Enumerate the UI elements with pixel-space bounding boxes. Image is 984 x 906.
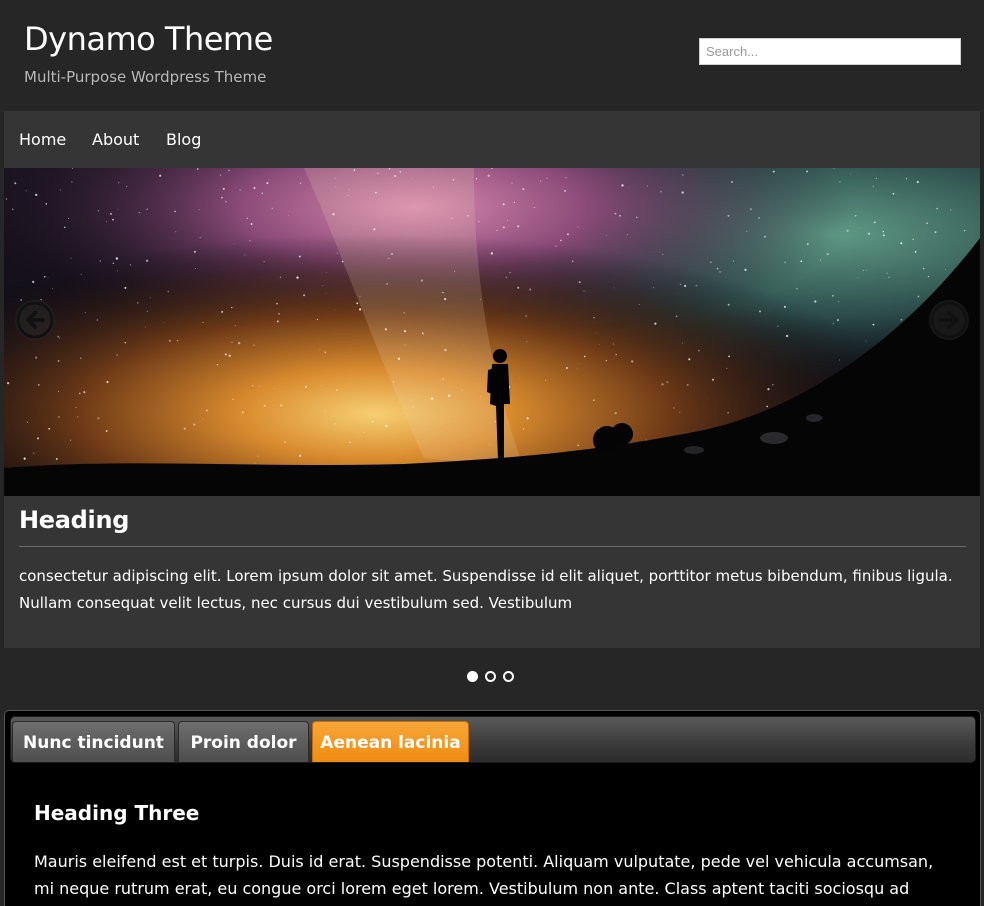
page: Dynamo Theme Multi-Purpose Wordpress The… bbox=[0, 0, 984, 906]
slider-dot-2[interactable] bbox=[485, 671, 496, 682]
arrow-right-icon bbox=[930, 301, 968, 339]
search-input[interactable] bbox=[699, 38, 961, 65]
caption-divider bbox=[19, 546, 966, 547]
nav-item-blog[interactable]: Blog bbox=[166, 111, 201, 168]
slider-dot-1[interactable] bbox=[467, 671, 478, 682]
night-sky-milky-way-photo bbox=[4, 168, 980, 496]
tabs-widget: Nunc tincidunt Proin dolor Aenean lacini… bbox=[4, 710, 981, 906]
site-title[interactable]: Dynamo Theme bbox=[24, 20, 273, 58]
tabs-bar: Nunc tincidunt Proin dolor Aenean lacini… bbox=[10, 716, 976, 763]
tab-aenean-lacinia[interactable]: Aenean lacinia bbox=[312, 721, 469, 762]
tab-proin-dolor[interactable]: Proin dolor bbox=[178, 721, 309, 762]
slider-prev-button[interactable] bbox=[15, 300, 55, 340]
caption-heading: Heading bbox=[19, 506, 130, 534]
tab-content-heading: Heading Three bbox=[34, 801, 200, 825]
site-tagline: Multi-Purpose Wordpress Theme bbox=[24, 68, 267, 86]
site-header: Dynamo Theme Multi-Purpose Wordpress The… bbox=[0, 0, 984, 111]
tab-content-text: Mauris eleifend est et turpis. Duis id e… bbox=[34, 852, 934, 898]
slide-caption: Heading consectetur adipiscing elit. Lor… bbox=[4, 496, 980, 648]
main-navigation: Home About Blog bbox=[4, 111, 980, 168]
nav-item-home[interactable]: Home bbox=[19, 111, 66, 168]
tab-nunc-tincidunt[interactable]: Nunc tincidunt bbox=[12, 721, 175, 762]
slider-dot-3[interactable] bbox=[503, 671, 514, 682]
image-slider bbox=[4, 168, 980, 496]
slider-next-button[interactable] bbox=[929, 300, 969, 340]
arrow-left-icon bbox=[16, 301, 54, 339]
nav-item-about[interactable]: About bbox=[92, 111, 139, 168]
caption-text: consectetur adipiscing elit. Lorem ipsum… bbox=[19, 567, 953, 612]
